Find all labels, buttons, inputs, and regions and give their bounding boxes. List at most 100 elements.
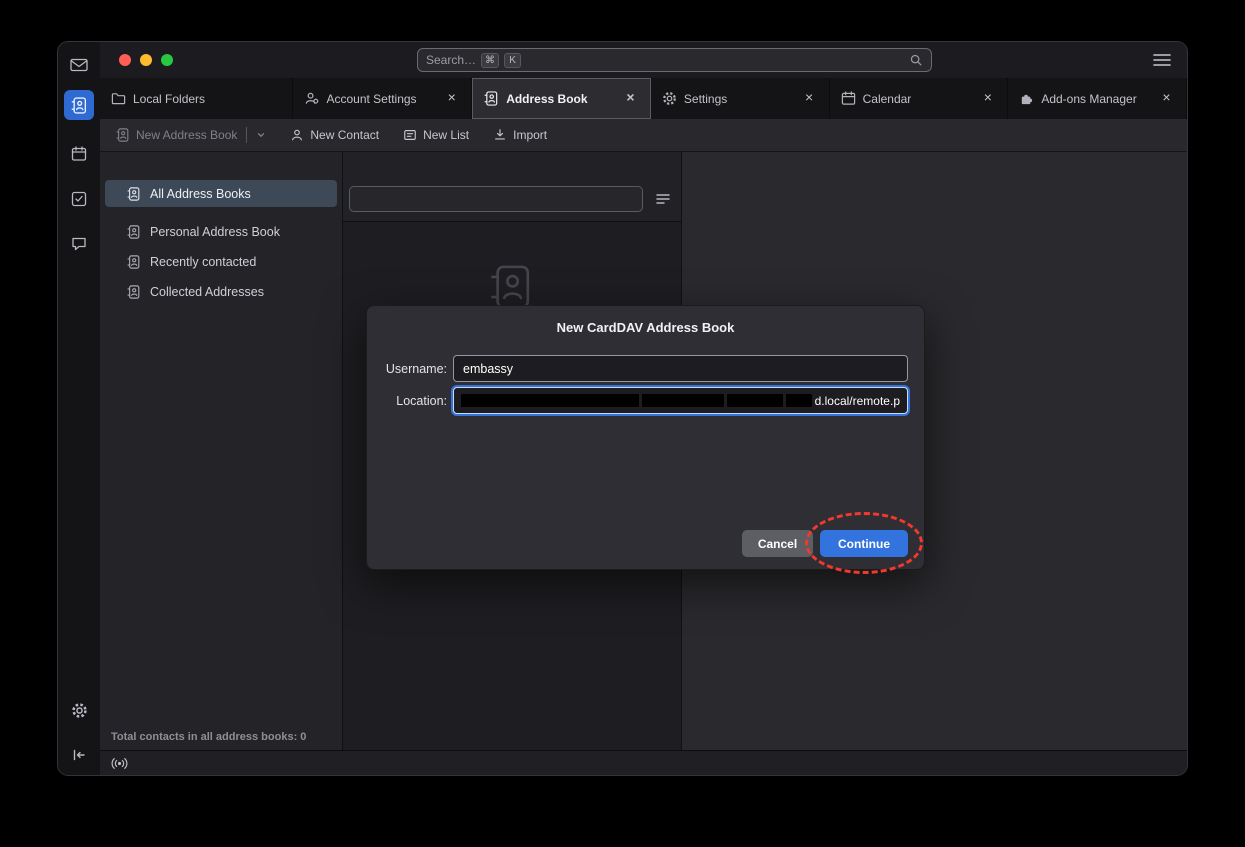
envelope-icon [70,58,88,72]
search-icon [909,53,923,67]
username-label: Username: [371,362,447,376]
folder-icon [111,91,126,106]
tab-addons-manager[interactable]: Add-ons Manager × [1008,78,1187,119]
status-bar [100,750,1187,775]
new-carddav-dialog: New CardDAV Address Book Username: Locat… [366,305,925,570]
address-book-icon [127,225,141,239]
address-book-icon [127,285,141,299]
person-icon [290,128,304,142]
list-item-collected-addresses[interactable]: Collected Addresses [105,278,337,305]
close-icon[interactable]: × [979,90,996,107]
calendar-space-button[interactable] [64,139,94,169]
tab-settings[interactable]: Settings × [651,78,830,119]
close-icon[interactable]: × [443,90,460,107]
address-book-icon [116,128,130,142]
list-item-personal-address-book[interactable]: Personal Address Book [105,218,337,245]
cmd-key-chip: ⌘ [481,53,499,68]
contacts-search-input[interactable] [349,186,643,212]
search-placeholder: Search… [426,53,476,67]
desktop: { "titlebar": { "search_placeholder": "S… [0,0,1245,847]
address-book-icon [71,97,88,114]
list-item-recently-contacted[interactable]: Recently contacted [105,248,337,275]
tab-account-settings[interactable]: Account Settings × [293,78,472,119]
import-label: Import [513,128,547,142]
location-label: Location: [371,394,447,408]
address-book-toolbar: New Address Book New Contact New List Im… [100,119,1187,152]
spaces-rail [58,42,100,775]
gear-icon [71,702,88,719]
settings-button[interactable] [64,695,94,725]
online-status-icon[interactable] [110,757,129,770]
global-search-bar[interactable]: Search… ⌘ K [417,48,932,72]
redaction-bar [727,394,783,407]
tab-label: Account Settings [326,92,416,106]
chat-space-button[interactable] [64,229,94,259]
new-contact-button[interactable]: New Contact [283,124,386,146]
tab-bar: Local Folders Account Settings × Address… [100,78,1187,119]
titlebar: Search… ⌘ K [100,42,1187,78]
close-icon[interactable]: × [1158,90,1175,107]
list-item-label: Personal Address Book [150,225,280,239]
list-item-label: All Address Books [150,187,251,201]
import-button[interactable]: Import [486,124,554,146]
address-book-icon [127,187,141,201]
location-field[interactable]: d.local/remote.p [453,387,908,414]
new-address-book-button[interactable]: New Address Book [109,123,273,147]
address-books-pane: All Address Books Personal Address Book … [100,152,342,750]
tasks-space-button[interactable] [64,184,94,214]
new-list-button[interactable]: New List [396,124,476,146]
puzzle-icon [1019,91,1034,106]
zoom-window-button[interactable] [161,54,173,66]
new-list-label: New List [423,128,469,142]
list-item-label: Recently contacted [150,255,256,269]
close-icon[interactable]: × [801,90,818,107]
address-book-icon [484,91,499,106]
collapse-rail-button[interactable] [64,740,94,770]
address-books-list: All Address Books Personal Address Book … [100,152,342,305]
location-visible-text: d.local/remote.p [815,394,900,408]
username-field[interactable] [453,355,908,382]
dialog-title: New CardDAV Address Book [367,320,924,335]
tab-label: Settings [684,92,727,106]
close-icon[interactable]: × [622,90,639,107]
total-contacts-status: Total contacts in all address books: 0 [111,731,306,743]
k-key-chip: K [504,53,521,68]
redaction-bar [461,394,639,407]
tab-calendar[interactable]: Calendar × [830,78,1009,119]
tab-label: Local Folders [133,92,205,106]
new-address-book-label: New Address Book [136,128,237,142]
display-options-icon[interactable] [655,191,671,207]
tab-label: Add-ons Manager [1041,92,1136,106]
chat-icon [71,236,87,252]
address-book-placeholder-icon [489,264,535,310]
gear-icon [662,91,677,106]
list-icon [403,128,417,142]
tab-address-book[interactable]: Address Book × [472,78,651,119]
tab-label: Calendar [863,92,912,106]
divider [246,127,247,143]
import-icon [493,128,507,142]
contacts-search-row [343,152,681,222]
account-settings-icon [304,91,319,106]
redaction-bar [786,394,812,407]
address-book-space-button[interactable] [64,90,94,120]
calendar-icon [841,91,856,106]
collapse-icon [71,747,87,763]
new-contact-label: New Contact [310,128,379,142]
thunderbird-window: Search… ⌘ K Local Folders Account Settin… [58,42,1187,775]
list-item-label: Collected Addresses [150,285,264,299]
list-item-all-address-books[interactable]: All Address Books [105,180,337,207]
chevron-down-icon [256,130,266,140]
cancel-button[interactable]: Cancel [742,530,813,557]
mail-space-button[interactable] [64,50,94,80]
redaction-bar [642,394,724,407]
tab-local-folders[interactable]: Local Folders [100,78,293,119]
tab-label: Address Book [506,92,587,106]
continue-button[interactable]: Continue [820,530,908,557]
minimize-window-button[interactable] [140,54,152,66]
app-menu-button[interactable] [1153,53,1171,67]
close-window-button[interactable] [119,54,131,66]
calendar-icon [71,146,87,162]
address-book-icon [127,255,141,269]
tasks-icon [71,191,87,207]
